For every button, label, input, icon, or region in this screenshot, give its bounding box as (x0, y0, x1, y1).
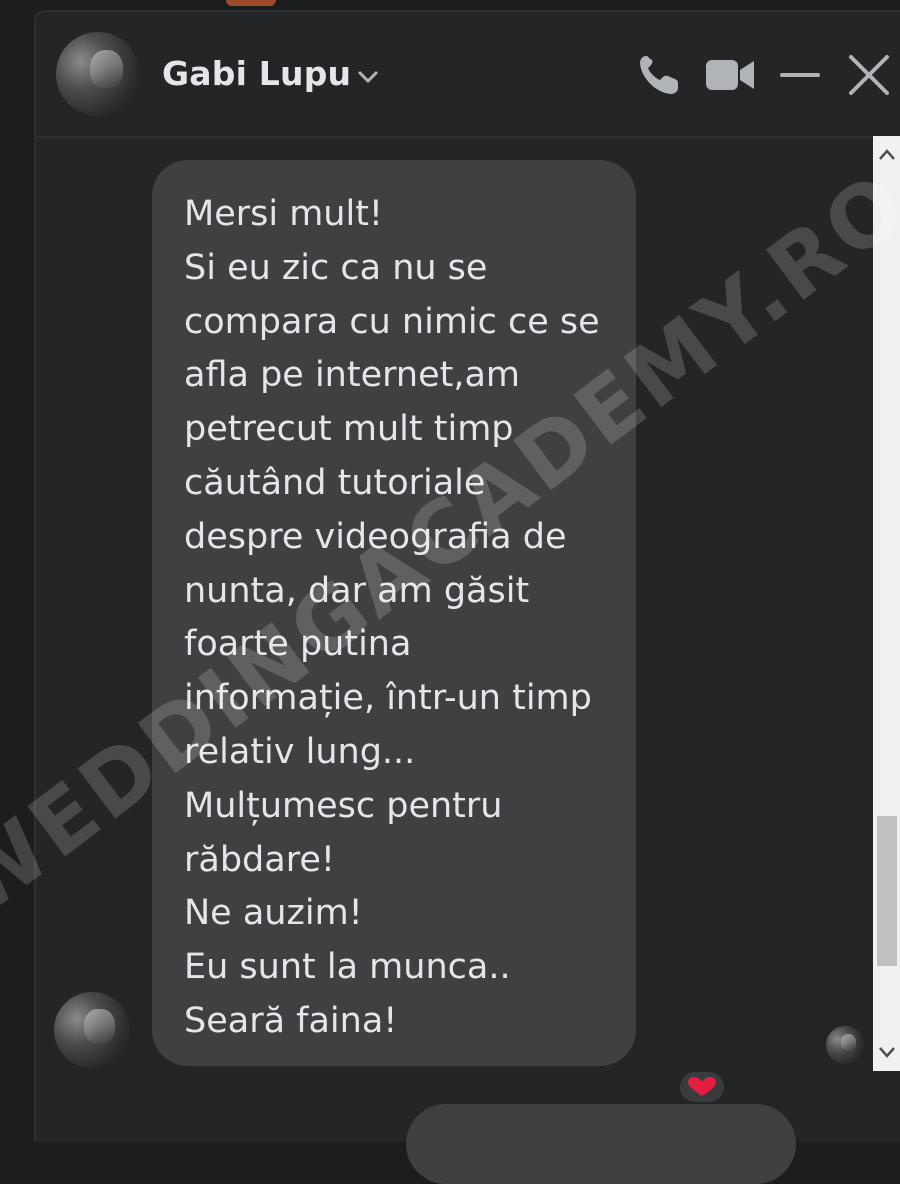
message-line: despre videografia de (184, 516, 567, 557)
message-line: Seară faina! (184, 1000, 398, 1041)
message-list[interactable]: Mersi mult! Si eu zic ca nu se compara cu … (36, 138, 900, 1184)
message-line: Ne auzim! (184, 893, 363, 934)
message-line: foarte putina (184, 624, 412, 665)
message-line: Mulțumesc pentru (184, 785, 503, 826)
message-line: căutând tutoriale (184, 462, 486, 503)
message-line: răbdare! (184, 839, 335, 880)
heart-icon (688, 1077, 716, 1096)
chat-header: Gabi Lupu (36, 12, 900, 138)
phone-icon[interactable] (636, 52, 682, 98)
message-line: relativ lung... (184, 731, 416, 772)
next-message-bubble[interactable] (406, 1104, 796, 1184)
message-line: afla pe internet,am (184, 355, 520, 396)
message-line: Si eu zic ca nu se (184, 247, 488, 288)
contact-name[interactable]: Gabi Lupu (162, 54, 351, 93)
heart-reaction-icon[interactable] (680, 1072, 724, 1102)
message-line: compara cu nimic ce se (184, 301, 600, 342)
chat-window: Gabi Lupu Mersi mult! Si eu zic ca nu se c… (34, 10, 900, 1184)
message-line: Mersi mult! (184, 194, 383, 234)
message-line: nunta, dar am găsit (184, 570, 530, 611)
scrollbar[interactable] (873, 136, 900, 1071)
seen-indicator-avatar (826, 1026, 864, 1064)
message-bubble[interactable]: Mersi mult! Si eu zic ca nu se compara cu … (152, 160, 724, 1102)
contact-avatar[interactable] (56, 32, 140, 116)
message-line: informație, într-un timp (184, 678, 592, 719)
message-text: Mersi mult! Si eu zic ca nu se compara cu … (184, 188, 600, 1049)
scroll-up-arrow-icon[interactable] (873, 140, 900, 170)
sender-avatar[interactable] (54, 992, 130, 1068)
scrollbar-thumb[interactable] (877, 816, 897, 966)
partial-window-edge (226, 0, 276, 6)
chevron-down-icon[interactable] (354, 64, 382, 88)
minimize-icon[interactable] (778, 52, 822, 98)
close-icon[interactable] (846, 52, 892, 98)
message-line: petrecut mult timp (184, 409, 514, 450)
message-line: Eu sunt la munca.. (184, 947, 511, 988)
scroll-down-arrow-icon[interactable] (873, 1037, 900, 1067)
video-camera-icon[interactable] (704, 52, 756, 98)
